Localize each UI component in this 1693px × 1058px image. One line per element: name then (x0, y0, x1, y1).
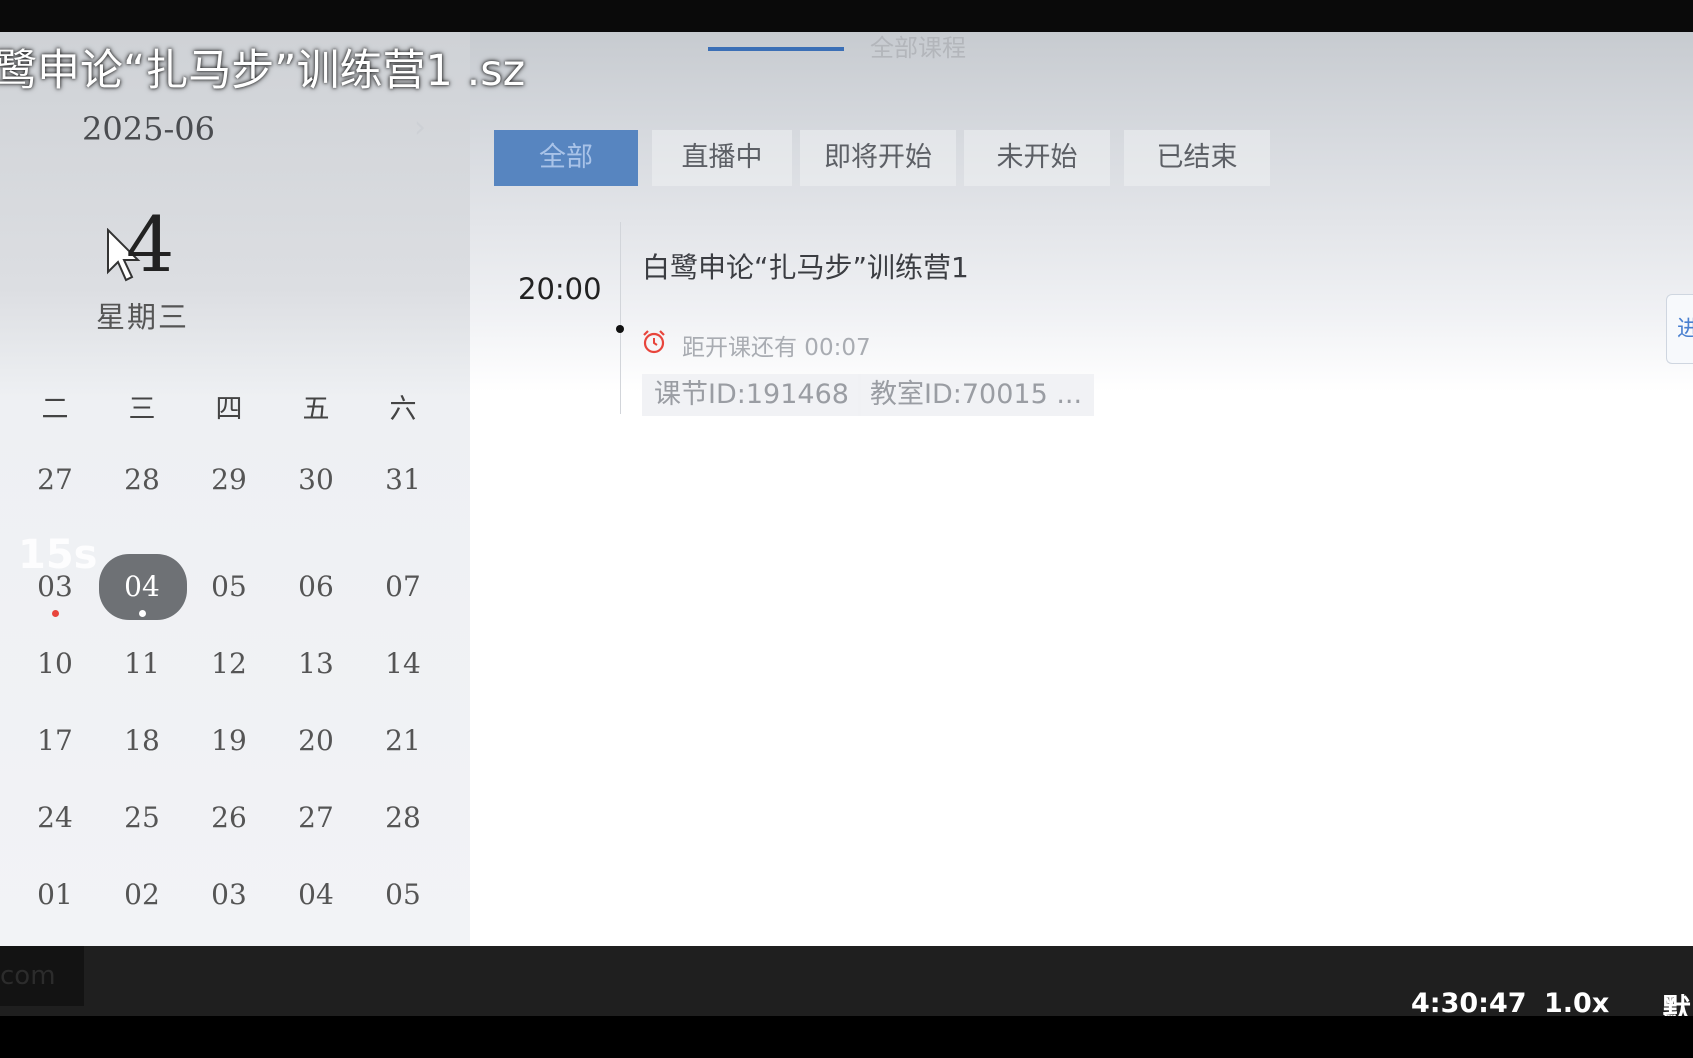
filter-tab-live[interactable]: 直播中 (652, 130, 792, 186)
calendar-panel: 2025-06 › 4 星期三 二 三 四 五 六 27 28 29 30 31 (0, 32, 470, 946)
calendar-day[interactable]: 19 (186, 711, 272, 771)
selected-weekday: 星期三 (96, 300, 190, 334)
calendar-day[interactable]: 12 (186, 634, 272, 694)
week-header: 二 (41, 394, 69, 425)
selected-marker-dot (139, 610, 146, 617)
playback-time: 4:30:47 (1411, 988, 1527, 1019)
calendar-week-row: 27 28 29 30 31 (0, 450, 470, 510)
calendar-week-row: 17 18 19 20 21 (0, 711, 470, 771)
filter-tab-ended[interactable]: 已结束 (1124, 130, 1270, 186)
video-top-bar (0, 0, 1693, 32)
course-time: 20:00 (518, 272, 602, 306)
calendar-day[interactable]: 03 (186, 865, 272, 925)
calendar-week-row: 24 25 26 27 28 (0, 788, 470, 848)
screen: 2025-06 › 4 星期三 二 三 四 五 六 27 28 29 30 31 (0, 0, 1693, 1058)
calendar-day[interactable]: 01 (12, 865, 98, 925)
calendar-day[interactable]: 28 (360, 788, 446, 848)
room-id-tag: 教室ID:70015 ... (858, 374, 1095, 416)
calendar-day[interactable]: 21 (360, 711, 446, 771)
alarm-clock-icon (643, 330, 665, 354)
calendar-day[interactable]: 10 (12, 634, 98, 694)
selected-day-number: 4 (126, 200, 175, 289)
calendar-day[interactable]: 27 (12, 450, 98, 510)
active-tab-underline (708, 47, 844, 51)
calendar-day[interactable]: 28 (99, 450, 185, 510)
class-marker-dot (52, 610, 59, 617)
month-label: 2025-06 (82, 110, 215, 148)
filter-tab-not-started[interactable]: 未开始 (964, 130, 1110, 186)
calendar-day[interactable]: 18 (99, 711, 185, 771)
calendar-day[interactable]: 20 (273, 711, 359, 771)
filter-tab-upcoming[interactable]: 即将开始 (800, 130, 956, 186)
lesson-id-tag: 课节ID:191468 (642, 374, 861, 416)
player-left-label: com (0, 946, 84, 1006)
overlay-ghost-text: 15s (18, 532, 98, 578)
course-title[interactable]: 白鹭申论“扎马步”训练营1 (642, 246, 969, 286)
timeline-dot (616, 325, 624, 333)
calendar-day[interactable]: 14 (360, 634, 446, 694)
timeline-line (620, 222, 621, 414)
calendar-day[interactable]: 25 (99, 788, 185, 848)
calendar-day[interactable]: 02 (99, 865, 185, 925)
countdown-text: 距开课还有 00:07 (682, 335, 871, 361)
calendar-day[interactable]: 05 (186, 557, 272, 617)
calendar-day[interactable]: 30 (273, 450, 359, 510)
calendar-day[interactable]: 11 (99, 634, 185, 694)
app-window: 2025-06 › 4 星期三 二 三 四 五 六 27 28 29 30 31 (0, 32, 1693, 946)
enter-classroom-button[interactable]: 进 (1666, 294, 1693, 364)
week-header: 三 (128, 394, 156, 425)
week-header: 四 (215, 394, 243, 425)
calendar-day[interactable]: 29 (186, 450, 272, 510)
calendar-week-row: 10 11 12 13 14 (0, 634, 470, 694)
calendar-day[interactable]: 06 (273, 557, 359, 617)
calendar-day[interactable]: 07 (360, 557, 446, 617)
calendar-week-row: 01 02 03 04 05 (0, 865, 470, 925)
calendar-day[interactable]: 27 (273, 788, 359, 848)
filter-tab-all[interactable]: 全部 (494, 130, 638, 186)
calendar-day[interactable]: 13 (273, 634, 359, 694)
calendar-day[interactable]: 05 (360, 865, 446, 925)
calendar-day[interactable]: 04 (273, 865, 359, 925)
calendar-day[interactable]: 31 (360, 450, 446, 510)
chevron-right-icon[interactable]: › (414, 110, 426, 145)
calendar-day[interactable]: 26 (186, 788, 272, 848)
player-control-bar: com 4:30:47 1.0x 默 (0, 946, 1693, 1026)
calendar-day[interactable]: 24 (12, 788, 98, 848)
week-header: 六 (389, 394, 417, 425)
playback-speed-button[interactable]: 1.0x (1544, 988, 1609, 1019)
video-title: 鹭申论“扎马步”训练营1 .sz (0, 46, 526, 96)
header-tab-faded[interactable]: 全部课程 (870, 32, 966, 63)
letterbox-bottom (0, 1016, 1693, 1058)
calendar-day[interactable]: 17 (12, 711, 98, 771)
week-header-row: 二 三 四 五 六 (0, 380, 470, 440)
week-header: 五 (302, 394, 330, 425)
calendar-day-selected[interactable]: 04 (99, 557, 185, 617)
